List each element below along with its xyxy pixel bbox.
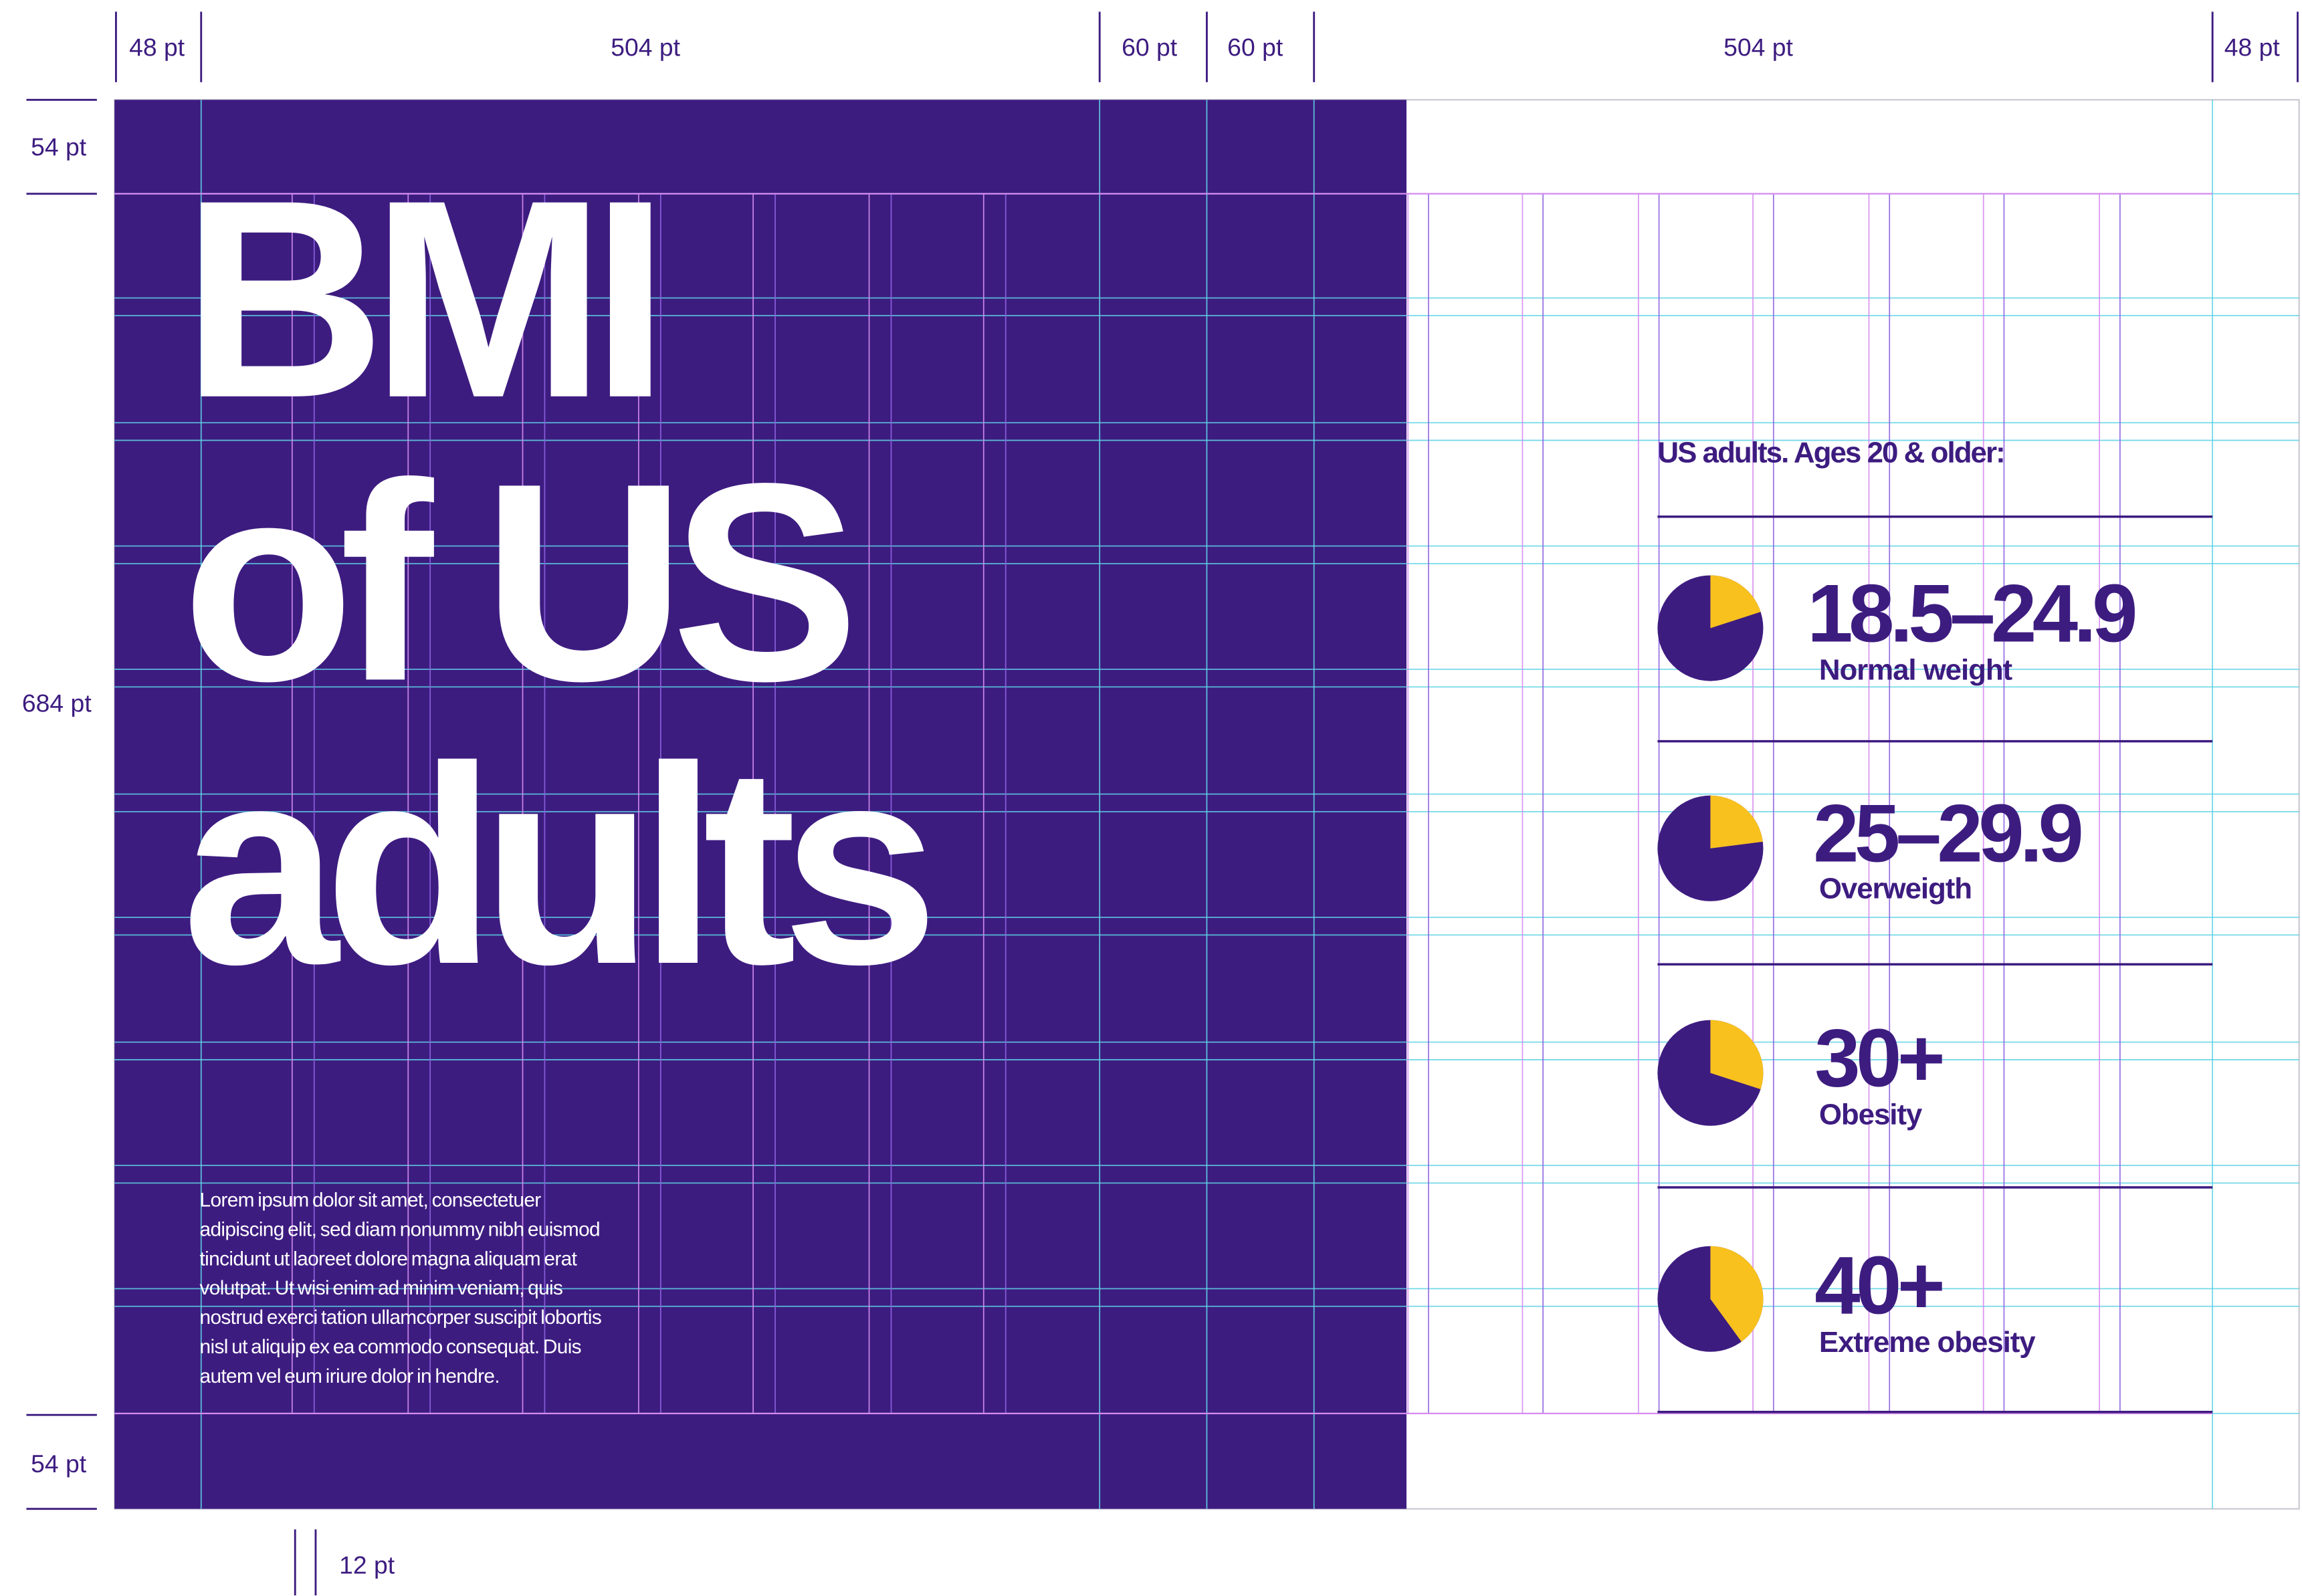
dimension-label-baseline: 12 pt [339, 1551, 395, 1580]
bmi-category-2: Overweigth [1818, 873, 1972, 906]
bmi-range-3: 30+ [1814, 1011, 1945, 1104]
title-line-3: adults [182, 707, 938, 1024]
dimension-label-gutter-right: 60 pt [1227, 33, 1283, 62]
layout-grid-diagram: 48 pt 504 pt 60 pt 60 pt 504 pt 48 pt 54… [0, 0, 2302, 1596]
dimension-label-margin-left: 48 pt [129, 33, 185, 62]
dimension-label-margin-top: 54 pt [31, 133, 87, 162]
dimension-label-content-height: 684 pt [21, 689, 92, 718]
bmi-category-4: Extreme obesity [1818, 1327, 2036, 1359]
dimension-label-margin-bottom: 54 pt [31, 1450, 87, 1478]
pie-chart [1657, 1246, 1764, 1352]
pie-slice [1710, 795, 1763, 848]
bmi-category-3: Obesity [1818, 1099, 1922, 1132]
bmi-range-4: 40+ [1814, 1238, 1945, 1332]
bmi-range-1: 18.5–24.9 [1807, 566, 2137, 659]
body-copy: Lorem ipsum dolor sit amet, consectetuer… [199, 1189, 602, 1387]
pie-chart [1657, 795, 1764, 901]
pie-chart [1657, 1020, 1764, 1126]
bmi-range-2: 25–29.9 [1813, 786, 2084, 879]
dimension-label-column-left: 504 pt [611, 33, 680, 62]
dimension-label-gutter-left: 60 pt [1122, 33, 1178, 62]
pie-chart [1657, 575, 1764, 681]
dimension-label-margin-right: 48 pt [2224, 33, 2280, 62]
bmi-category-1: Normal weight [1818, 655, 2012, 687]
chart-heading: US adults. Ages 20 & older: [1657, 437, 2005, 470]
dimension-label-column-right: 504 pt [1723, 33, 1793, 62]
title-line-2: of US [182, 424, 859, 740]
title-line-1: BMI [182, 140, 669, 457]
